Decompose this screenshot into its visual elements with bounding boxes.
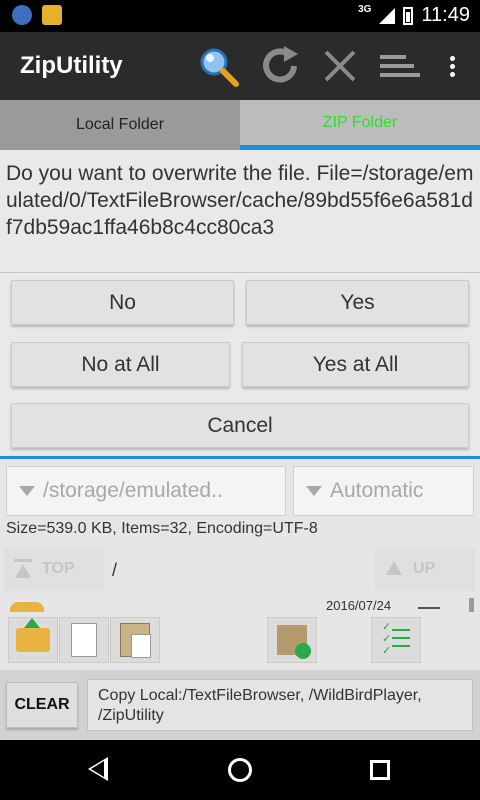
top-arrow-icon: [14, 559, 32, 579]
open-folder-icon: [16, 618, 50, 652]
chevron-down-icon: [19, 486, 35, 496]
extract-icon: [277, 625, 311, 659]
back-icon[interactable]: [88, 757, 108, 781]
yes-button[interactable]: Yes: [246, 280, 469, 325]
clipboard-icon: [120, 623, 151, 658]
home-icon[interactable]: [228, 758, 252, 782]
clear-button[interactable]: CLEAR: [6, 682, 78, 728]
close-icon[interactable]: [318, 44, 362, 88]
signal-icon: [379, 7, 396, 24]
battery-icon: [403, 6, 414, 25]
path-spinner[interactable]: /storage/emulated..: [6, 466, 286, 516]
no-at-all-button[interactable]: No at All: [11, 342, 230, 387]
open-folder-button[interactable]: [8, 617, 58, 663]
overwrite-dialog: Do you want to overwrite the file. File=…: [0, 150, 480, 455]
clipboard-bar: CLEAR Copy Local:/TextFileBrowser, /Wild…: [0, 670, 480, 740]
checklist-icon: [382, 621, 410, 657]
archive-info: Size=539.0 KB, Items=32, Encoding=UTF-8: [6, 520, 318, 537]
tab-local-folder[interactable]: Local Folder: [0, 100, 240, 150]
dialog-message: Do you want to overwrite the file. File=…: [6, 162, 474, 239]
new-file-icon: [71, 623, 97, 657]
recents-icon[interactable]: [370, 760, 390, 780]
sort-icon[interactable]: [378, 44, 422, 88]
list-scrollbar[interactable]: [469, 598, 474, 612]
cancel-button[interactable]: Cancel: [11, 403, 469, 448]
status-bar: 3G 11:49: [0, 0, 480, 32]
tab-bar: Local Folder ZIP Folder: [0, 100, 480, 150]
app-title: ZipUtility: [20, 52, 123, 79]
refresh-icon[interactable]: [258, 44, 302, 88]
yes-at-all-button[interactable]: Yes at All: [242, 342, 469, 387]
file-list[interactable]: 2016/07/24: [0, 598, 480, 612]
network-type: 3G: [358, 4, 372, 15]
encoding-spinner[interactable]: Automatic: [293, 466, 474, 516]
list-item-date: 2016/07/24: [326, 598, 392, 612]
top-button[interactable]: TOP: [4, 547, 104, 591]
list-item-checkbox[interactable]: [418, 607, 440, 609]
up-arrow-icon: [385, 559, 403, 579]
lock-icon: [42, 5, 62, 25]
top-label: TOP: [42, 560, 75, 577]
path-spinner-value: /storage/emulated..: [43, 479, 223, 502]
paste-button[interactable]: [110, 617, 160, 663]
action-bar: ZipUtility: [0, 32, 480, 100]
dialog-bottom-accent: [0, 456, 480, 459]
extract-button[interactable]: [267, 617, 317, 663]
sync-icon: [12, 5, 32, 25]
tab-zip-folder[interactable]: ZIP Folder: [240, 100, 480, 150]
system-nav-bar: [0, 740, 480, 800]
current-path: /: [112, 560, 118, 580]
select-all-button[interactable]: [371, 617, 421, 663]
chevron-down-icon: [306, 486, 322, 496]
new-file-button[interactable]: [59, 617, 109, 663]
encoding-spinner-value: Automatic: [330, 479, 424, 502]
search-icon[interactable]: [196, 44, 240, 88]
status-time: 11:49: [421, 4, 470, 26]
no-button[interactable]: No: [11, 280, 234, 325]
clipboard-text: Copy Local:/TextFileBrowser, /WildBirdPl…: [87, 679, 473, 731]
up-button[interactable]: UP: [375, 547, 475, 591]
folder-icon: [10, 602, 44, 612]
file-toolbar: [0, 614, 480, 668]
dialog-divider: [0, 272, 480, 273]
more-vert-icon[interactable]: [432, 44, 472, 88]
up-label: UP: [413, 560, 436, 577]
